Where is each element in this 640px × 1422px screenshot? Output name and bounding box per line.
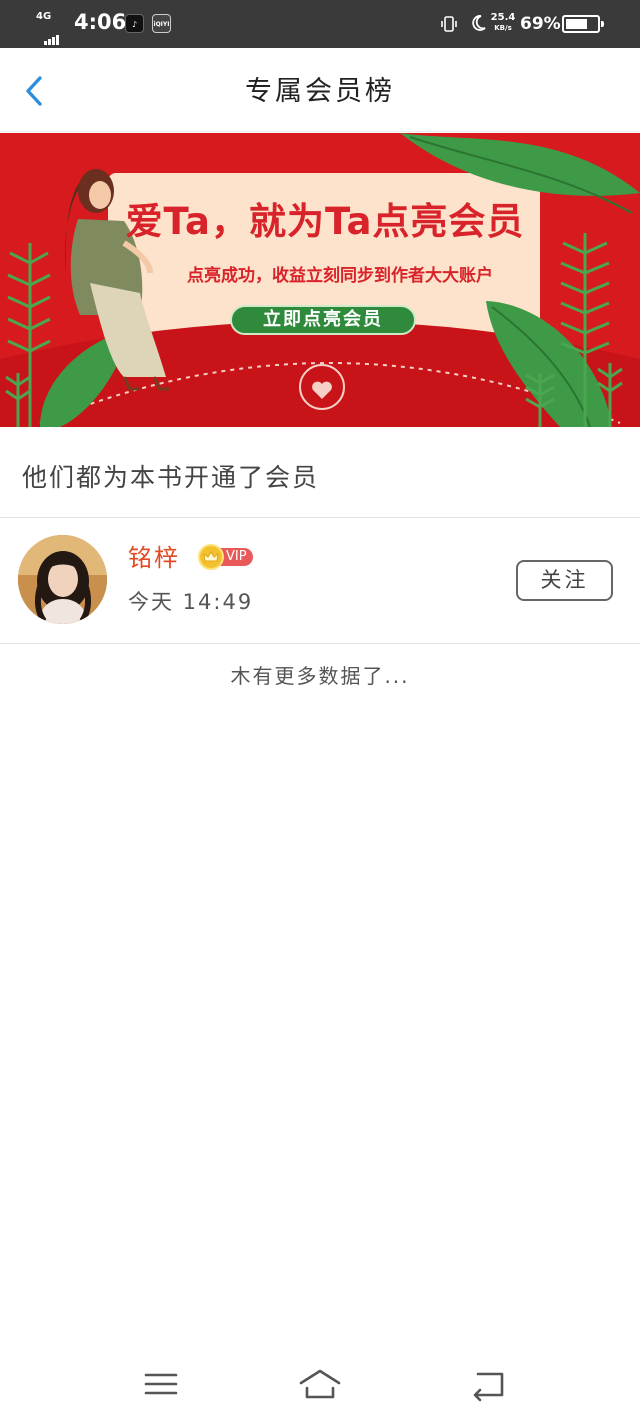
title-bar: 专属会员榜 [0, 50, 640, 132]
iqiyi-icon: iQIYI [152, 14, 171, 33]
signal-icon [44, 26, 60, 45]
light-up-membership-button[interactable]: 立即点亮会员 [230, 305, 416, 335]
network-type: 4G [36, 11, 52, 22]
network-speed-unit: KB/s [494, 24, 512, 32]
battery-icon [562, 15, 604, 33]
network-indicator: 4G [36, 11, 66, 45]
status-bar: 4G 4:06 ♪ iQIYI 25.4 KB/s 69% [0, 0, 640, 48]
member-time: 今天 14:49 [128, 590, 254, 614]
banner-headline-wrap: 爱Ta，就为Ta点亮会员 [110, 199, 540, 245]
network-speed: 25.4 KB/s [490, 12, 516, 33]
battery-percent: 69% [520, 14, 561, 34]
avatar[interactable] [18, 535, 107, 624]
back-icon[interactable] [466, 1366, 510, 1402]
vip-badge: VIP [198, 544, 256, 570]
banner-subtitle: 点亮成功，收益立刻同步到作者大大账户 [187, 266, 493, 286]
tiktok-icon: ♪ [125, 14, 144, 33]
list-end-message: 木有更多数据了... [230, 664, 410, 688]
section-heading: 他们都为本书开通了会员 [22, 463, 320, 492]
avatar-image [18, 535, 107, 624]
battery-fill [566, 19, 587, 29]
do-not-disturb-icon [472, 15, 486, 31]
list-item[interactable]: 铭梓 VIP 今天 14:49 关注 [0, 518, 640, 643]
page-title: 专属会员榜 [245, 76, 395, 107]
battery-nub [601, 21, 604, 27]
crown-icon [198, 544, 224, 570]
divider [0, 643, 640, 644]
follow-button[interactable]: 关注 [516, 560, 613, 601]
vibrate-icon [441, 16, 457, 32]
member-name[interactable]: 铭梓 [128, 542, 180, 574]
promo-banner[interactable]: 爱Ta，就为Ta点亮会员 点亮成功，收益立刻同步到作者大大账户 立即点亮会员 [0, 133, 640, 427]
system-nav-bar [0, 1352, 640, 1422]
home-icon[interactable] [298, 1366, 342, 1402]
banner-headline: 爱Ta，就为Ta点亮会员 [125, 200, 525, 243]
menu-icon[interactable] [140, 1366, 184, 1402]
network-speed-value: 25.4 [490, 12, 516, 23]
clock: 4:06 [74, 10, 127, 34]
